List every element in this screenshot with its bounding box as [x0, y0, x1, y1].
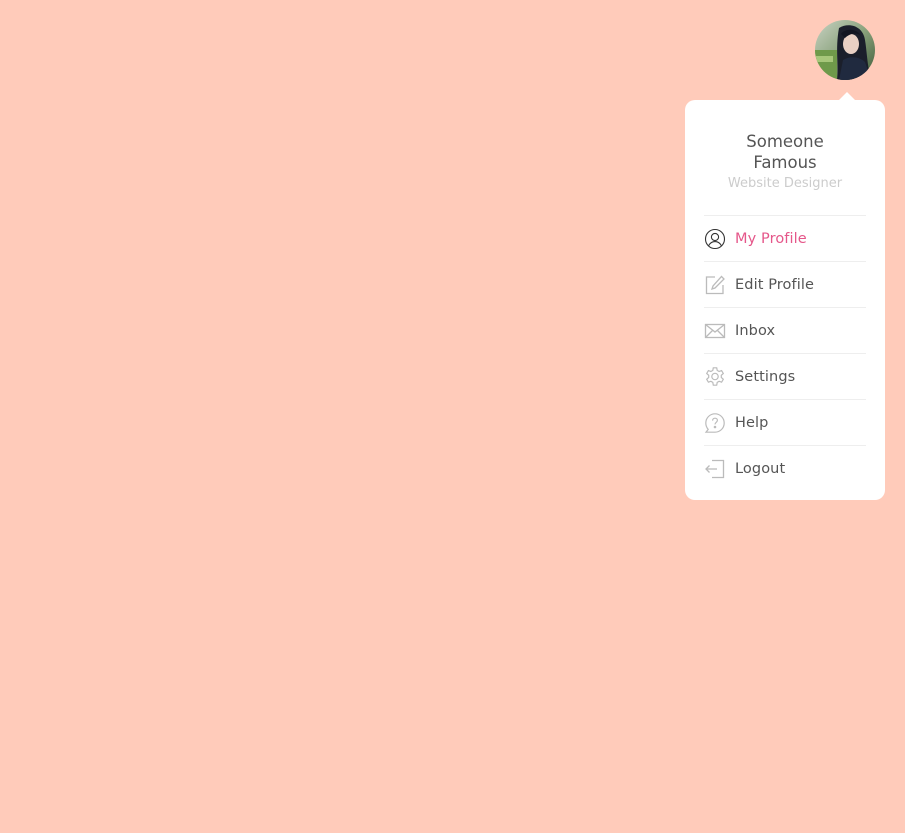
menu-item-label: My Profile [735, 230, 807, 247]
menu-item-inbox[interactable]: Inbox [704, 307, 866, 353]
menu-item-settings[interactable]: Settings [704, 353, 866, 399]
logout-icon [704, 458, 726, 480]
menu-item-label: Logout [735, 460, 786, 477]
edit-icon [704, 274, 726, 296]
profile-avatar-button[interactable] [815, 20, 875, 80]
menu-item-help[interactable]: Help [704, 399, 866, 445]
menu-item-label: Edit Profile [735, 276, 814, 293]
user-circle-icon [704, 228, 726, 250]
menu-list: My Profile Edit Profile Inbox Settings H… [704, 215, 866, 491]
profile-dropdown-menu: Someone Famous Website Designer My Profi… [685, 92, 885, 500]
menu-item-label: Settings [735, 368, 796, 385]
profile-name: Someone Famous [746, 132, 824, 172]
avatar-photo [815, 20, 875, 80]
envelope-icon [704, 320, 726, 342]
menu-item-my-profile[interactable]: My Profile [704, 215, 866, 261]
profile-role: Website Designer [727, 176, 843, 191]
profile-header: Someone Famous Website Designer [685, 100, 885, 192]
question-bubble-icon [704, 412, 726, 434]
menu-item-logout[interactable]: Logout [704, 445, 866, 491]
menu-item-edit-profile[interactable]: Edit Profile [704, 261, 866, 307]
menu-item-label: Inbox [735, 322, 776, 339]
menu-item-label: Help [735, 414, 769, 431]
gear-icon [704, 366, 726, 388]
